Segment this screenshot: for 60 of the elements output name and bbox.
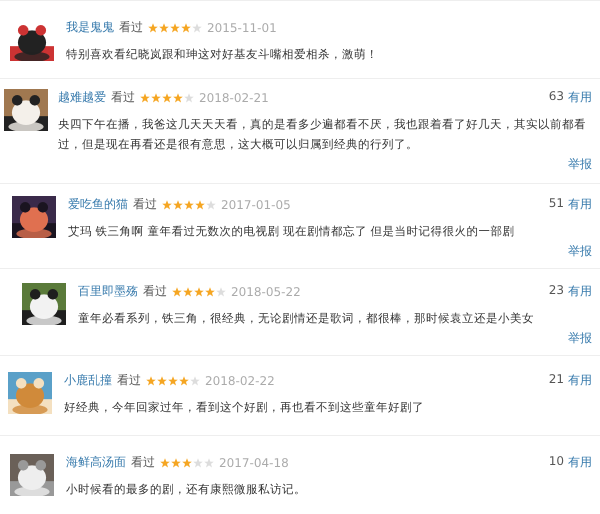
report-link[interactable]: 举报 — [568, 156, 592, 173]
status-label: 看过 — [119, 19, 143, 36]
filled-star-icon — [184, 200, 194, 210]
review-text: 艾玛 铁三角啊 童年看过无数次的电视剧 现在剧情都忘了 但是当时记得很火的一部剧 — [68, 223, 516, 240]
filled-star-icon — [173, 200, 183, 210]
filled-star-icon — [170, 22, 180, 32]
filled-star-icon — [168, 376, 178, 386]
status-label: 看过 — [143, 283, 167, 300]
review-text: 央四下午在播，我爸这几天天天看，真的是看多少遍都看不厌，我也跟着看了好几天，其实以前都看过，但是现在再看还是很有意思，这大概可以归属到经典的行列了。 — [58, 116, 587, 153]
filled-star-icon — [160, 458, 170, 468]
user-name-link[interactable]: 海鲜高汤面 — [66, 454, 126, 471]
review-text: 小时候看的最多的剧，还有康熙微服私访记。 — [66, 481, 307, 498]
useful-link[interactable]: 有用 — [568, 196, 592, 213]
filled-star-icon — [173, 92, 183, 102]
review-date: 2018-02-22 — [205, 374, 275, 388]
filled-star-icon — [182, 458, 192, 468]
review-date: 2015-11-01 — [207, 20, 277, 34]
vote-count: 23 — [548, 283, 564, 299]
filled-star-icon — [146, 376, 156, 386]
filled-star-icon — [194, 286, 204, 296]
review-text: 特别喜欢看纪晓岚跟和珅这对好基友斗嘴相爱相杀，激萌！ — [66, 46, 379, 63]
filled-star-icon — [181, 22, 191, 32]
filled-star-icon — [183, 286, 193, 296]
review-text: 好经典，今年回家过年，看到这个好剧，再也看不到这些童年好剧了 — [64, 399, 425, 416]
filled-star-icon — [179, 376, 189, 386]
review-date: 2018-02-21 — [199, 90, 269, 104]
filled-star-icon — [195, 200, 205, 210]
useful-link[interactable]: 有用 — [568, 454, 592, 471]
user-name-link[interactable]: 越难越爱 — [58, 89, 106, 106]
review-date: 2017-04-18 — [219, 456, 289, 470]
useful-link[interactable]: 有用 — [568, 89, 592, 106]
status-label: 看过 — [111, 89, 135, 106]
review-text: 童年必看系列，铁三角，很经典，无论剧情还是歌词，都很棒，那时候袁立还是小美女 — [78, 310, 535, 327]
user-name-link[interactable]: 我是鬼鬼 — [66, 19, 114, 36]
report-link[interactable]: 举报 — [568, 330, 592, 347]
useful-link[interactable]: 有用 — [568, 283, 592, 300]
status-label: 看过 — [131, 454, 155, 471]
review-date: 2018-05-22 — [231, 284, 301, 298]
vote-count: 21 — [548, 372, 564, 388]
filled-star-icon — [172, 286, 182, 296]
user-name-link[interactable]: 百里即墨殇 — [78, 283, 138, 300]
vote-count: 10 — [548, 454, 564, 470]
user-name-link[interactable]: 小鹿乱撞 — [64, 372, 112, 389]
report-link[interactable]: 举报 — [568, 243, 592, 260]
filled-star-icon — [159, 22, 169, 32]
status-label: 看过 — [133, 196, 157, 213]
filled-star-icon — [162, 92, 172, 102]
status-label: 看过 — [117, 372, 141, 389]
filled-star-icon — [162, 200, 172, 210]
filled-star-icon — [151, 92, 161, 102]
filled-star-icon — [171, 458, 181, 468]
useful-link[interactable]: 有用 — [568, 372, 592, 389]
filled-star-icon — [205, 286, 215, 296]
vote-count: 63 — [548, 89, 564, 105]
vote-count: 51 — [548, 196, 564, 212]
filled-star-icon — [140, 92, 150, 102]
filled-star-icon — [157, 376, 167, 386]
filled-star-icon — [148, 22, 158, 32]
user-name-link[interactable]: 爱吃鱼的猫 — [68, 196, 128, 213]
review-date: 2017-01-05 — [221, 198, 291, 212]
